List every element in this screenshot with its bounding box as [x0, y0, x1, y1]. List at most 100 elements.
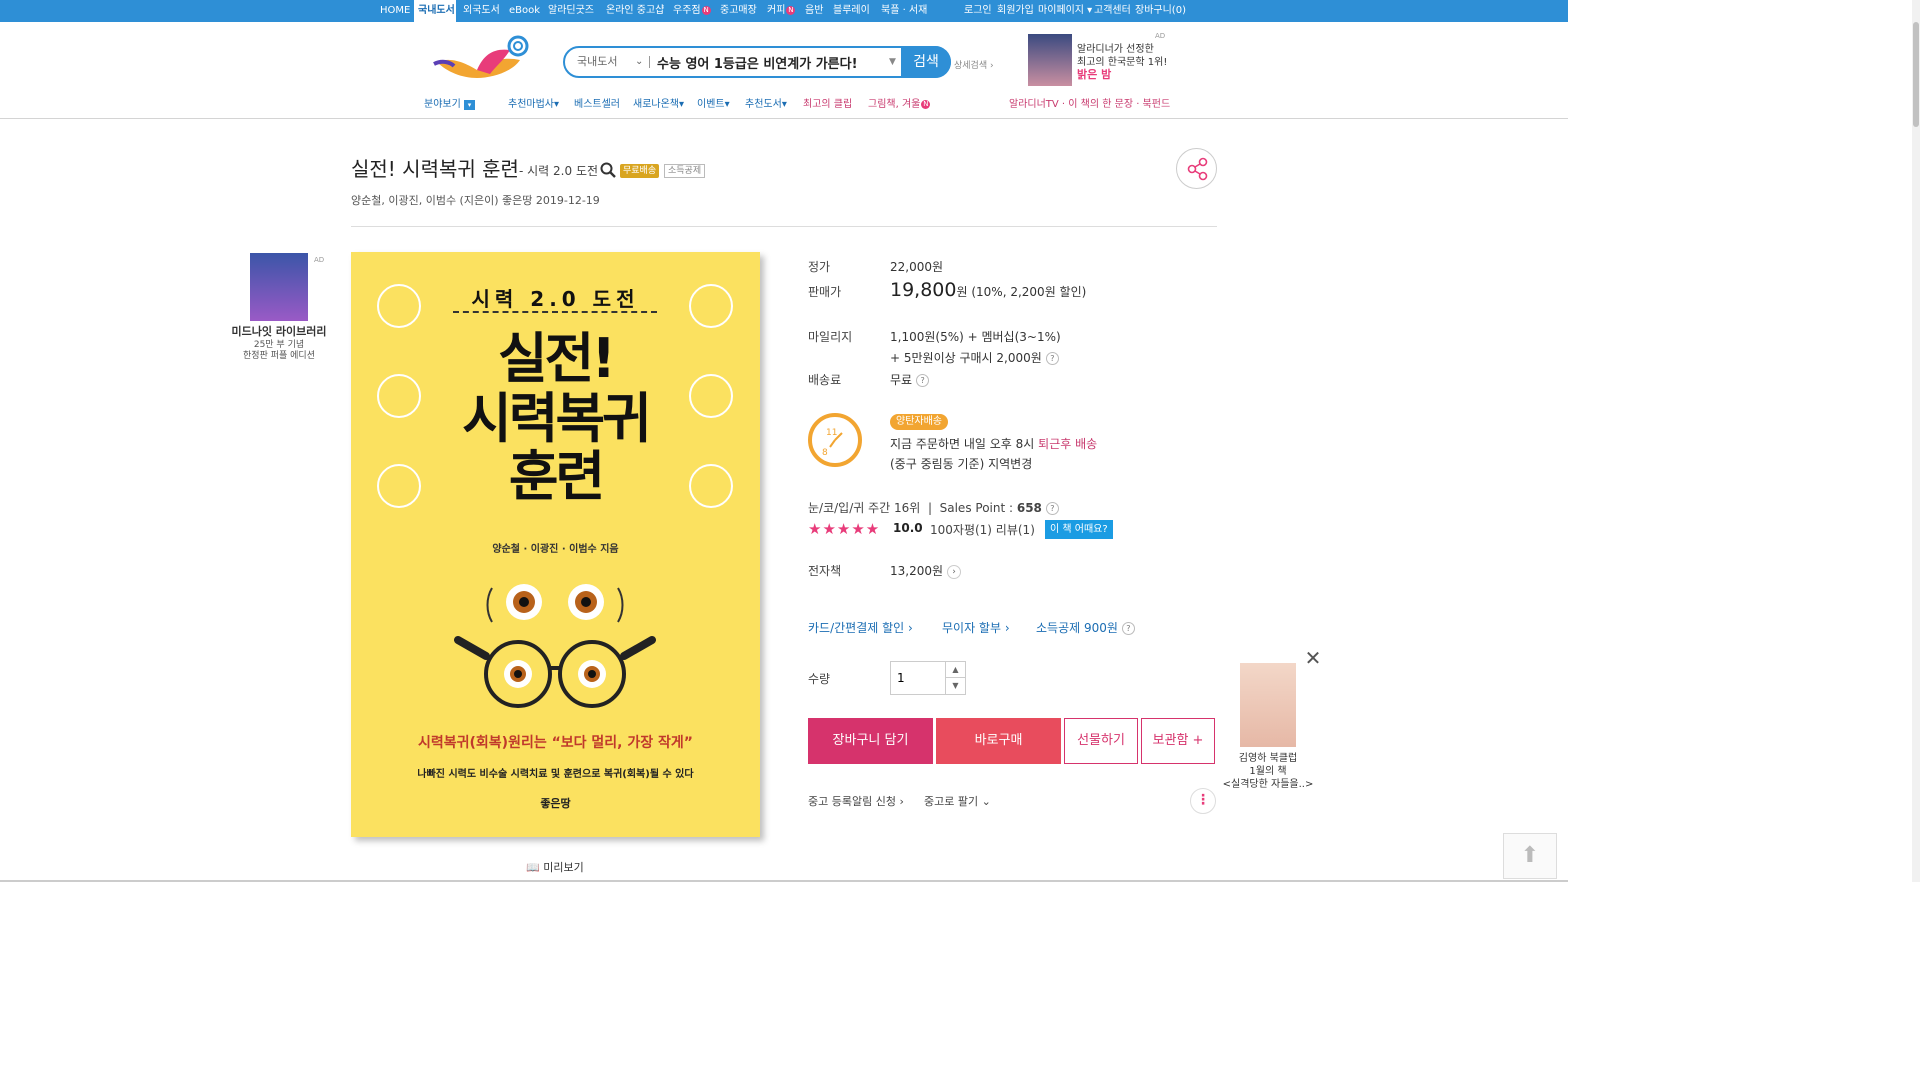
- ad-book-title[interactable]: <실격당한 자들을..>: [1216, 775, 1320, 790]
- help-icon[interactable]: ?: [1045, 352, 1059, 365]
- card-discount-link[interactable]: 카드/간편결제 할인 ›: [808, 619, 913, 636]
- rating-stars: ★★★★★: [808, 520, 881, 538]
- how-is-this-book-button[interactable]: 이 책 어때요?: [1045, 520, 1113, 539]
- more-options-icon[interactable]: ⋮: [1190, 788, 1216, 814]
- nav-customer-center[interactable]: 고객센터: [1094, 0, 1131, 22]
- nav-login[interactable]: 로그인: [964, 0, 992, 22]
- free-shipping-badge: 무료배송: [620, 164, 660, 178]
- nav-bluray[interactable]: 블루레이: [833, 0, 870, 22]
- help-icon[interactable]: ?: [916, 374, 930, 387]
- chevron-down-icon[interactable]: ⌄: [635, 48, 643, 76]
- after-work-delivery-link[interactable]: 퇴근후 배송: [1038, 437, 1097, 451]
- wishlist-button[interactable]: 보관함 +: [1141, 718, 1215, 764]
- search-history-toggle-icon[interactable]: ▼: [889, 48, 896, 76]
- book-title: 실전! 시력복귀 훈련: [351, 157, 519, 181]
- eye-icon: [689, 284, 733, 328]
- help-icon[interactable]: ?: [1045, 502, 1059, 515]
- shipping-fee: 무료?: [890, 371, 930, 388]
- share-icon: [1187, 157, 1208, 181]
- shipping-label: 배송료: [808, 373, 842, 387]
- title-divider: [351, 226, 1217, 227]
- new-badge: N: [786, 5, 796, 15]
- delivery-info: 지금 주문하면 내일 오후 8시 퇴근후 배송: [890, 437, 1098, 451]
- add-to-cart-button[interactable]: 장바구니 담기: [808, 718, 933, 764]
- nav-home[interactable]: HOME: [380, 0, 410, 22]
- share-button[interactable]: [1176, 148, 1217, 189]
- nav-used-online[interactable]: 온라인 중고샵: [606, 0, 664, 22]
- cover-dashed-line: [453, 311, 657, 313]
- book-icon: 📖: [526, 861, 540, 874]
- search-divider: [649, 56, 650, 68]
- eye-icon: [377, 374, 421, 418]
- scroll-to-top-button[interactable]: ⬆: [1503, 833, 1557, 879]
- book-authors-publisher-date[interactable]: 양순철, 이광진, 이범수 (지은이) 좋은땅 2019-12-19: [351, 192, 600, 208]
- ebook-label: 전자책: [808, 564, 842, 578]
- nav-music[interactable]: 음반: [805, 0, 823, 22]
- header-divider: [0, 118, 1568, 119]
- subnav-best-clip[interactable]: 최고의 클립: [803, 98, 852, 112]
- chevron-down-icon[interactable]: ▼: [945, 678, 965, 694]
- list-price-label: 정가: [808, 260, 831, 274]
- mileage-line: 1,100원(5%) + 멤버십(3~1%): [890, 330, 1061, 344]
- subnav-new-books[interactable]: 새로나온책▾: [633, 98, 684, 112]
- bottom-divider: [0, 880, 1568, 882]
- svg-text:11: 11: [826, 428, 837, 438]
- delivery-region[interactable]: (중구 중림동 기준) 지역변경: [890, 455, 1032, 472]
- advanced-search-link[interactable]: 상세검색 ›: [954, 58, 994, 71]
- quantity-input[interactable]: [891, 662, 945, 694]
- tax-deduction-badge: 소득공제: [664, 164, 706, 178]
- nav-foreign-books[interactable]: 외국도서: [463, 0, 500, 22]
- nav-cart[interactable]: 장바구니(0): [1135, 0, 1186, 22]
- chevron-up-icon[interactable]: ▲: [945, 662, 965, 678]
- search-icon[interactable]: [600, 162, 616, 178]
- ad-book-title[interactable]: 밝은 밤: [1077, 66, 1111, 82]
- subnav-categories[interactable]: 분야보기 ▾: [424, 98, 475, 112]
- search-category-select[interactable]: 국내도서: [577, 48, 617, 76]
- nav-signup[interactable]: 회원가입: [997, 0, 1034, 22]
- close-icon[interactable]: ✕: [1304, 648, 1322, 668]
- used-alert-link[interactable]: 중고 등록알림 신청 ›: [808, 793, 904, 809]
- chevron-right-icon[interactable]: ›: [947, 564, 962, 579]
- nav-goods[interactable]: 알라딘굿즈: [548, 0, 594, 22]
- subnav-recommended[interactable]: 추천도서▾: [745, 98, 787, 112]
- rating-score: 10.0: [893, 521, 923, 535]
- carpet-delivery-badge: 양탄자배송: [890, 414, 948, 430]
- tax-deduction-link[interactable]: 소득공제 900원?: [1036, 619, 1135, 636]
- preview-button[interactable]: 📖 미리보기: [526, 859, 584, 875]
- search-button[interactable]: 검색: [901, 46, 951, 78]
- buy-now-button[interactable]: 바로구매: [936, 718, 1061, 764]
- list-price: 22,000원: [890, 260, 944, 274]
- subnav-picture-books-winter[interactable]: 그림책, 겨울 N: [868, 98, 931, 112]
- help-icon[interactable]: ?: [1121, 622, 1135, 635]
- scrollbar-thumb[interactable]: [1913, 22, 1919, 127]
- subnav-aladin-tv-links[interactable]: 알라디너TV · 이 책의 한 문장 · 북펀드: [1009, 98, 1170, 112]
- nav-bookple[interactable]: 북플 · 서재: [881, 0, 927, 22]
- nav-domestic-books[interactable]: 국내도서: [414, 0, 456, 22]
- installment-link[interactable]: 무이자 할부 ›: [942, 619, 1010, 636]
- cover-publisher: 좋은땅: [540, 797, 571, 810]
- eye-icon: [377, 284, 421, 328]
- nav-used-store[interactable]: 중고매장: [720, 0, 757, 22]
- search-input[interactable]: [657, 51, 887, 73]
- subnav-recommend-wizard[interactable]: 추천마법사▾: [508, 98, 559, 112]
- nav-ebook[interactable]: eBook: [509, 0, 540, 22]
- book-subtitle: - 시력 2.0 도전: [519, 164, 599, 178]
- ad-book-cover-image[interactable]: [1028, 34, 1072, 86]
- reviews-count[interactable]: 100자평(1) 리뷰(1): [930, 521, 1035, 538]
- ebook-price[interactable]: 13,200원 ›: [890, 562, 962, 579]
- sell-used-link[interactable]: 중고로 팔기 ⌄: [924, 793, 991, 809]
- glasses-icon: [689, 464, 733, 508]
- sales-rank[interactable]: 눈/코/입/귀 주간 16위 | Sales Point : 658?: [808, 499, 1059, 516]
- aladin-lamp-logo[interactable]: [432, 34, 532, 84]
- ad-book-cover-image[interactable]: [1240, 663, 1296, 747]
- ad-book-cover-image[interactable]: [250, 253, 308, 321]
- subnav-events[interactable]: 이벤트▾: [697, 98, 730, 112]
- cover-eyes-glasses-illustration: [454, 584, 656, 708]
- subnav-bestseller[interactable]: 베스트셀러: [574, 98, 620, 112]
- nav-ujujeom[interactable]: 우주점 N: [673, 0, 711, 22]
- nav-mypage[interactable]: 마이페이지 ▾: [1038, 0, 1092, 22]
- dropdown-icon: ▾: [464, 100, 475, 110]
- page-scrollbar[interactable]: [1912, 0, 1920, 882]
- nav-coffee[interactable]: 커피 N: [767, 0, 796, 22]
- gift-button[interactable]: 선물하기: [1064, 718, 1138, 764]
